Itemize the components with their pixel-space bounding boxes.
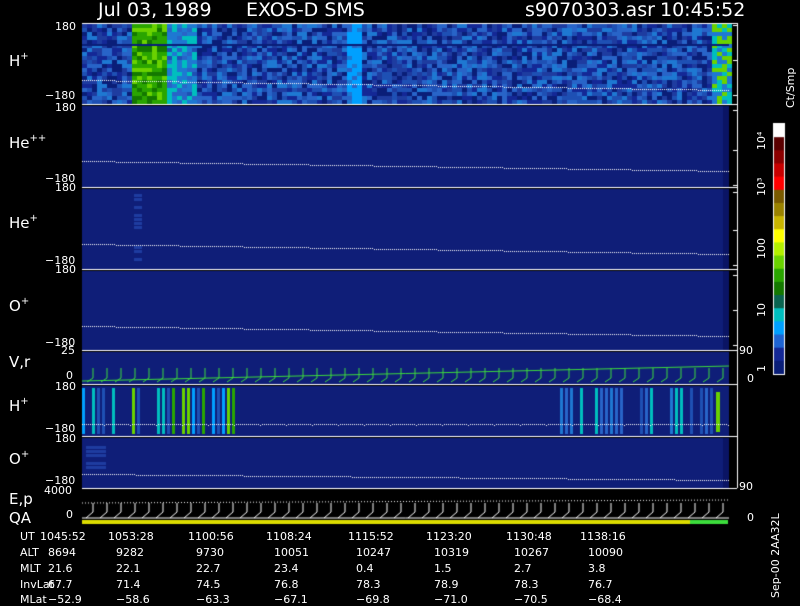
ytick-max: 180: [55, 263, 76, 276]
colorbar-unit: Ct/Smp: [784, 67, 797, 108]
footer-value: 23.4: [274, 562, 299, 575]
file-title: s9070303.asr: [525, 0, 655, 21]
footer-value: 1138:16: [580, 530, 626, 543]
footer-value: 1.5: [434, 562, 452, 575]
spectrogram-canvas: [0, 0, 800, 600]
footer-value: 9282: [116, 546, 144, 559]
footer-value: 1130:48: [506, 530, 552, 543]
footer-value: 1108:24: [266, 530, 312, 543]
footer-value: 0.4: [356, 562, 374, 575]
footer-value: 10267: [514, 546, 549, 559]
ytick-max: 180: [55, 380, 76, 393]
colorbar-label: 10: [755, 303, 768, 317]
footer-value: 78.9: [434, 578, 459, 591]
colorbar-label: 10³: [755, 177, 768, 196]
panel-label-ep: E,p: [9, 490, 33, 508]
ytick-max: 25: [61, 344, 75, 357]
ytick-max: 180: [55, 181, 76, 194]
panel-label-h-plus-1: H+: [9, 51, 29, 70]
right-tick-0: 0: [747, 511, 754, 524]
colorbar-label: 10⁴: [755, 131, 768, 150]
right-tick-90: 90: [739, 344, 753, 357]
footer-value: 2.7: [514, 562, 532, 575]
footer-value: 1053:28: [108, 530, 154, 543]
ytick-max: 180: [55, 20, 76, 33]
right-tick-0: 0: [747, 372, 754, 385]
footer-row-label: UT: [20, 530, 35, 543]
footer-value: 67.7: [48, 578, 73, 591]
footer-value: 1100:56: [188, 530, 234, 543]
time-title: 10:45:52: [660, 0, 746, 21]
footer-value: 78.3: [514, 578, 539, 591]
ytick-min: 0: [66, 508, 73, 521]
panel-label-h-plus-2: H+: [9, 396, 29, 415]
right-tick-90: 90: [739, 480, 753, 493]
footer-value: 21.6: [48, 562, 73, 575]
footer-value: 10247: [356, 546, 391, 559]
colorbar-label: 100: [755, 238, 768, 259]
ytick-max: 4000: [44, 484, 72, 497]
colorbar-label: 1: [755, 365, 768, 372]
footer-value: 8694: [48, 546, 76, 559]
panel-label-qa: QA: [9, 509, 32, 527]
ytick-max: 180: [55, 101, 76, 114]
footer-value: 9730: [196, 546, 224, 559]
date-title: Jul 03, 1989: [98, 0, 212, 21]
footer-value: 1045:52: [40, 530, 86, 543]
footer-value: 78.3: [356, 578, 381, 591]
instrument-title: EXOS-D SMS: [246, 0, 365, 21]
panel-label-o-plus-2: O+: [9, 449, 30, 468]
footer-value: 10319: [434, 546, 469, 559]
footer-value: 22.7: [196, 562, 221, 575]
footer-value: 22.1: [116, 562, 141, 575]
footer-value: 76.8: [274, 578, 299, 591]
footer-row-label: ALT: [20, 546, 39, 559]
panel-label-o-plus-1: O+: [9, 296, 30, 315]
footer-value: 71.4: [116, 578, 141, 591]
footer-row-label: MLT: [20, 562, 41, 575]
footer-value: 1115:52: [348, 530, 394, 543]
footer-value: 74.5: [196, 578, 221, 591]
footer-value: 3.8: [588, 562, 606, 575]
ytick-min: −180: [45, 89, 76, 102]
footer-value: 10051: [274, 546, 309, 559]
footer-stamp: Sep-00 2AA32L: [769, 513, 782, 598]
footer-value: 76.7: [588, 578, 613, 591]
footer-value: 10090: [588, 546, 623, 559]
footer-value: 1123:20: [426, 530, 472, 543]
panel-label-he-plus: He+: [9, 213, 38, 232]
ytick-max: 180: [55, 432, 76, 445]
panel-label-vr: V,r: [9, 353, 31, 371]
panel-label-he-plus-plus: He++: [9, 133, 47, 152]
